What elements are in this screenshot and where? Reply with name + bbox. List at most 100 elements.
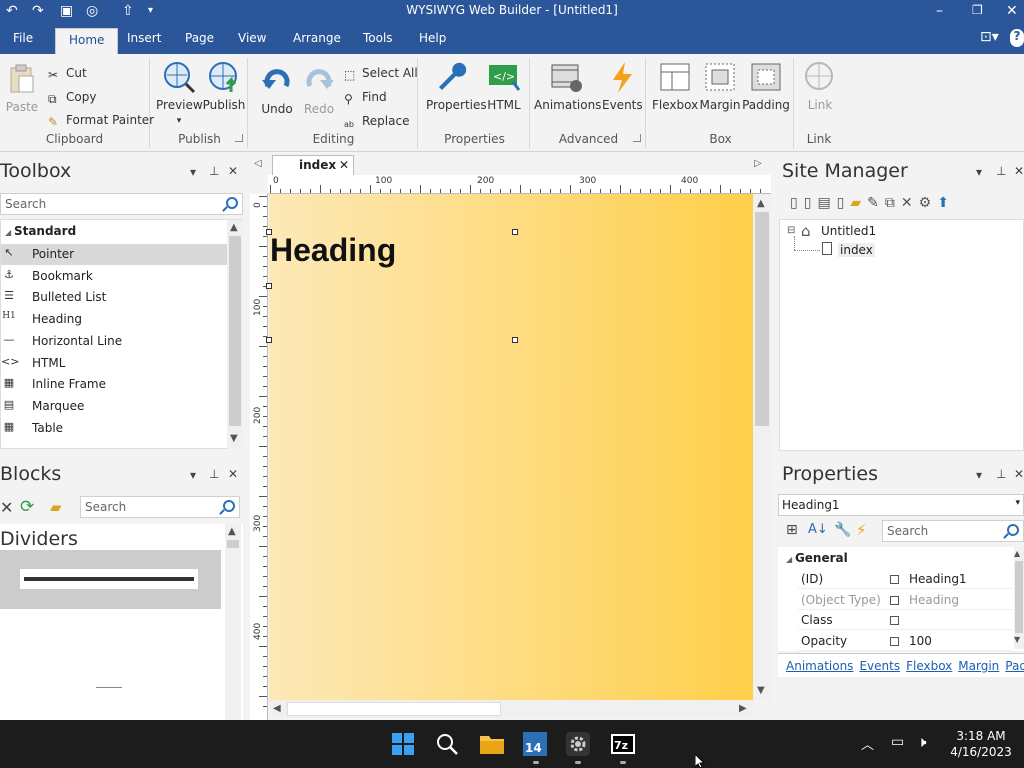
canvas-horizontal-scrollbar[interactable]: ◀ ▶ bbox=[269, 700, 753, 718]
toolbox-pin-icon[interactable]: ⊥ bbox=[209, 164, 219, 178]
properties-search-input[interactable]: Search bbox=[882, 520, 1024, 542]
site-manager-menu-icon[interactable]: ▾ bbox=[976, 165, 982, 179]
tab-view[interactable]: View bbox=[238, 31, 266, 45]
scroll-left-icon[interactable]: ◀ bbox=[273, 703, 281, 714]
page-list-icon[interactable]: ▤ bbox=[817, 195, 836, 211]
find-button[interactable]: ⚲ Find bbox=[344, 90, 387, 106]
blocks-close-icon[interactable]: ✕ bbox=[228, 467, 238, 481]
properties-button[interactable]: Properties bbox=[426, 60, 487, 112]
tab-file[interactable]: File bbox=[13, 31, 33, 45]
divider-preview-small[interactable] bbox=[96, 687, 122, 688]
undo-button[interactable]: Undo bbox=[256, 64, 298, 116]
move-up-icon[interactable]: ⬆ bbox=[937, 195, 955, 211]
toolbox-search-input[interactable]: Search bbox=[0, 193, 243, 215]
delete-page-icon[interactable]: ✕ bbox=[901, 195, 919, 211]
margin-link[interactable]: Margin bbox=[958, 659, 999, 673]
events-button[interactable]: Events bbox=[602, 60, 643, 112]
blocks-pin-icon[interactable]: ⊥ bbox=[209, 467, 219, 481]
tree-page-index[interactable]: index bbox=[838, 243, 875, 257]
divider-block-item[interactable] bbox=[0, 550, 221, 609]
7zip-icon[interactable]: 7z bbox=[611, 732, 635, 756]
property-checkbox-icon[interactable] bbox=[890, 616, 899, 625]
flexbox-link[interactable]: Flexbox bbox=[906, 659, 952, 673]
tab-arrange[interactable]: Arrange bbox=[293, 31, 341, 45]
toolbox-section-standard[interactable]: ◢ Standard bbox=[5, 224, 76, 238]
properties-pin-icon[interactable]: ⊥ bbox=[996, 467, 1006, 481]
toolbox-item-bookmark[interactable]: ⚓ Bookmark bbox=[1, 266, 227, 287]
property-section-general[interactable]: ◢ General bbox=[786, 551, 848, 565]
property-row[interactable]: Opacity 100 bbox=[798, 631, 1012, 651]
tray-overflow-icon[interactable]: ︿ bbox=[861, 734, 874, 753]
format-painter-button[interactable]: ✎ Format Painter bbox=[48, 113, 154, 129]
tree-collapse-icon[interactable]: ⊟ bbox=[787, 225, 795, 236]
network-icon[interactable]: ▭ bbox=[891, 734, 904, 750]
scroll-up-icon[interactable]: ▲ bbox=[757, 198, 765, 209]
site-manager-close-icon[interactable]: ✕ bbox=[1014, 164, 1024, 178]
edit-page-icon[interactable]: ✎ bbox=[867, 195, 885, 211]
property-scroll-thumb[interactable] bbox=[1015, 561, 1023, 633]
help-icon[interactable]: ? bbox=[1010, 29, 1024, 47]
canvas-hscroll-thumb[interactable] bbox=[287, 702, 501, 716]
link-button[interactable]: Link bbox=[800, 60, 840, 112]
property-checkbox-icon[interactable] bbox=[890, 575, 899, 584]
tab-home[interactable]: Home bbox=[55, 28, 119, 54]
toolbox-menu-icon[interactable]: ▾ bbox=[190, 165, 196, 179]
properties-menu-icon[interactable]: ▾ bbox=[976, 468, 982, 482]
object-selector[interactable]: Heading1 ▾ bbox=[778, 494, 1024, 516]
settings-app-icon[interactable] bbox=[566, 732, 590, 756]
preview-button[interactable]: Preview ▾ bbox=[156, 60, 203, 126]
animations-button[interactable]: Animations bbox=[534, 60, 601, 112]
toolbox-item-marquee[interactable]: ▤ Marquee bbox=[1, 396, 227, 417]
open-folder-icon[interactable]: ▰ bbox=[850, 195, 867, 211]
refresh-icon[interactable]: ⟳ bbox=[20, 497, 34, 517]
copy-button[interactable]: ⧉ Copy bbox=[48, 90, 96, 106]
blocks-search-input[interactable]: Search bbox=[80, 496, 240, 518]
folder-icon[interactable]: ▰ bbox=[50, 498, 62, 516]
scroll-down-icon[interactable]: ▼ bbox=[1014, 635, 1020, 644]
page-canvas[interactable]: Heading bbox=[266, 194, 753, 700]
property-row[interactable]: (ID) Heading1 bbox=[798, 569, 1012, 589]
html-button[interactable]: </> HTML bbox=[482, 60, 526, 112]
minimize-icon[interactable]: – bbox=[936, 3, 943, 19]
flexbox-button[interactable]: Flexbox bbox=[652, 60, 698, 112]
web-builder-app-icon[interactable]: 14 bbox=[523, 732, 547, 756]
tab-index[interactable]: index ✕ bbox=[272, 155, 354, 175]
scroll-down-icon[interactable]: ▼ bbox=[757, 685, 765, 696]
scroll-up-icon[interactable]: ▲ bbox=[228, 526, 236, 537]
scroll-down-icon[interactable]: ▼ bbox=[230, 433, 238, 444]
sort-az-icon[interactable]: A↓ bbox=[808, 522, 828, 537]
wrench-small-icon[interactable]: 🔧 bbox=[834, 522, 851, 538]
resize-handle[interactable] bbox=[512, 337, 518, 343]
file-explorer-icon[interactable] bbox=[479, 732, 504, 756]
tab-insert[interactable]: Insert bbox=[127, 31, 161, 45]
properties-close-icon[interactable]: ✕ bbox=[1014, 467, 1024, 481]
margin-button[interactable]: Margin bbox=[698, 60, 742, 112]
scroll-up-icon[interactable]: ▲ bbox=[230, 222, 238, 233]
properties-page-icon[interactable]: ▯ bbox=[837, 195, 851, 211]
property-value[interactable]: Heading bbox=[909, 593, 959, 607]
search-taskbar-icon[interactable] bbox=[435, 732, 459, 756]
heading-element[interactable]: Heading bbox=[270, 232, 396, 269]
tree-root[interactable]: Untitled1 bbox=[821, 224, 876, 238]
tab-scroll-left-icon[interactable]: ◁ bbox=[254, 158, 262, 169]
publish-button[interactable]: Publish bbox=[202, 60, 246, 112]
toolbox-close-icon[interactable]: ✕ bbox=[228, 164, 238, 178]
padding-link[interactable]: Padding bbox=[1005, 659, 1024, 673]
redo-button[interactable]: Redo bbox=[298, 64, 340, 116]
toolbox-item-inline-frame[interactable]: ▦ Inline Frame bbox=[1, 374, 227, 395]
blocks-scroll-thumb[interactable] bbox=[227, 540, 239, 548]
toolbox-item-html[interactable]: <> HTML bbox=[1, 353, 227, 374]
events-link[interactable]: Events bbox=[859, 659, 900, 673]
cut-button[interactable]: ✂ Cut bbox=[48, 66, 87, 82]
tab-close-icon[interactable]: ✕ bbox=[339, 158, 349, 172]
tab-scroll-right-icon[interactable]: ▷ bbox=[754, 158, 762, 169]
scroll-right-icon[interactable]: ▶ bbox=[739, 703, 747, 714]
toolbox-item-heading[interactable]: H1 Heading bbox=[1, 309, 227, 330]
delete-block-icon[interactable]: ✕ bbox=[0, 498, 13, 517]
volume-icon[interactable]: 🕨 bbox=[917, 733, 926, 751]
toolbox-item-pointer[interactable]: ↖ Pointer bbox=[1, 244, 227, 265]
new-page-icon[interactable]: ▯ bbox=[790, 195, 804, 211]
tab-page[interactable]: Page bbox=[185, 31, 214, 45]
animations-link[interactable]: Animations bbox=[786, 659, 853, 673]
resize-handle[interactable] bbox=[266, 283, 272, 289]
